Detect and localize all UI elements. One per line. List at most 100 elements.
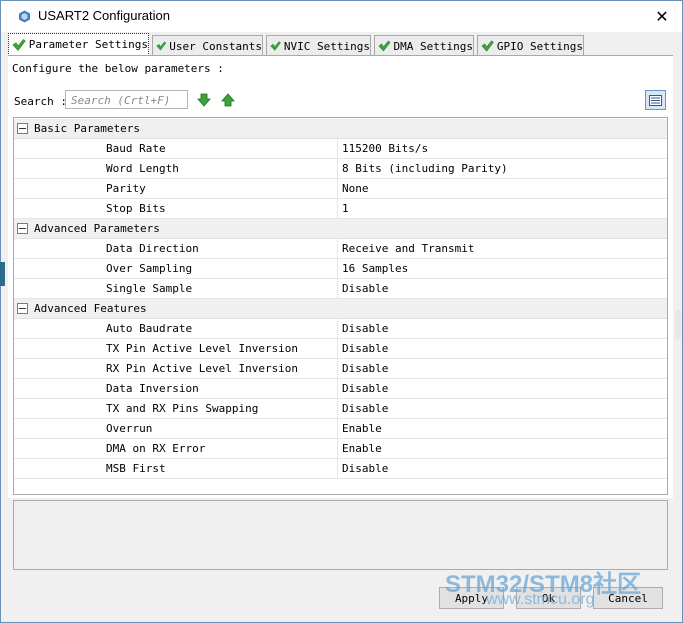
green-check-icon: [481, 40, 494, 52]
parameter-value[interactable]: Disable: [342, 382, 388, 395]
group-header[interactable]: Advanced Parameters: [14, 219, 667, 239]
parameter-row[interactable]: Auto Baudrate Disable: [14, 319, 667, 339]
parameter-value[interactable]: Disable: [342, 322, 388, 335]
tab-gpio-settings[interactable]: GPIO Settings: [477, 35, 584, 56]
group-header[interactable]: Advanced Features: [14, 299, 667, 319]
tab-label: GPIO Settings: [496, 39, 583, 53]
tab-label: Parameter Settings: [28, 38, 148, 51]
column-separator: [337, 339, 338, 359]
parameter-name: Data Direction: [106, 242, 199, 255]
search-input[interactable]: Search (Crtl+F): [65, 90, 188, 109]
collapse-icon[interactable]: [17, 223, 28, 234]
parameter-row[interactable]: Data Direction Receive and Transmit: [14, 239, 667, 259]
close-icon: ✕: [655, 7, 669, 26]
tab-label: NVIC Settings: [283, 39, 370, 53]
collapse-icon[interactable]: [17, 303, 28, 314]
parameter-row[interactable]: Word Length 8 Bits (including Parity): [14, 159, 667, 179]
parameter-value[interactable]: None: [342, 182, 369, 195]
parameter-value[interactable]: Disable: [342, 402, 388, 415]
background-window-glimpse: [675, 310, 681, 340]
parameter-row[interactable]: MSB First Disable: [14, 459, 667, 479]
parameter-row[interactable]: Overrun Enable: [14, 419, 667, 439]
parameter-name: Stop Bits: [106, 202, 166, 215]
column-separator: [337, 259, 338, 279]
parameter-name: Data Inversion: [106, 382, 199, 395]
title-bar[interactable]: USART2 Configuration ✕: [1, 1, 682, 32]
parameter-value[interactable]: Disable: [342, 362, 388, 375]
parameter-row[interactable]: DMA on RX Error Enable: [14, 439, 667, 459]
green-check-icon: [156, 41, 167, 51]
group-header[interactable]: Basic Parameters: [14, 119, 667, 139]
parameter-name: TX Pin Active Level Inversion: [106, 342, 299, 355]
column-separator: [337, 399, 338, 419]
list-view-button[interactable]: [645, 90, 666, 110]
green-arrow-down-icon[interactable]: [197, 93, 211, 107]
group-label: Basic Parameters: [34, 122, 140, 135]
green-check-icon: [378, 40, 391, 52]
group-label: Advanced Features: [34, 302, 147, 315]
parameter-name: MSB First: [106, 462, 166, 475]
parameter-value[interactable]: Receive and Transmit: [342, 242, 474, 255]
parameter-value[interactable]: Disable: [342, 342, 388, 355]
group-label: Advanced Parameters: [34, 222, 160, 235]
parameter-value[interactable]: 115200 Bits/s: [342, 142, 428, 155]
tab-parameter-settings[interactable]: Parameter Settings: [8, 33, 149, 56]
panel-description: Configure the below parameters :: [12, 62, 224, 75]
green-arrow-up-icon[interactable]: [221, 93, 235, 107]
parameter-row[interactable]: Parity None: [14, 179, 667, 199]
parameter-name: Baud Rate: [106, 142, 166, 155]
column-separator: [337, 359, 338, 379]
parameter-name: Over Sampling: [106, 262, 193, 275]
parameter-name: Auto Baudrate: [106, 322, 193, 335]
parameter-row[interactable]: Over Sampling 16 Samples: [14, 259, 667, 279]
tab-user-constants[interactable]: User Constants: [152, 35, 263, 56]
column-separator: [337, 239, 338, 259]
tab-nvic-settings[interactable]: NVIC Settings: [266, 35, 371, 56]
parameter-row[interactable]: Single Sample Disable: [14, 279, 667, 299]
column-separator: [337, 419, 338, 439]
column-separator: [337, 459, 338, 479]
parameter-value[interactable]: 8 Bits (including Parity): [342, 162, 508, 175]
tab-label: DMA Settings: [393, 39, 473, 53]
parameter-name: DMA on RX Error: [106, 442, 206, 455]
column-separator: [337, 279, 338, 299]
parameter-row[interactable]: TX and RX Pins Swapping Disable: [14, 399, 667, 419]
column-separator: [337, 179, 338, 199]
window-title: USART2 Configuration: [38, 8, 170, 23]
column-separator: [337, 439, 338, 459]
list-view-icon: [649, 94, 662, 106]
parameter-name: TX and RX Pins Swapping: [106, 402, 259, 415]
parameter-name: Single Sample: [106, 282, 193, 295]
parameter-row[interactable]: RX Pin Active Level Inversion Disable: [14, 359, 667, 379]
parameter-value[interactable]: 1: [342, 202, 349, 215]
green-check-icon: [270, 41, 281, 51]
tab-dma-settings[interactable]: DMA Settings: [374, 35, 474, 56]
search-label: Search :: [14, 95, 67, 108]
parameter-row[interactable]: TX Pin Active Level Inversion Disable: [14, 339, 667, 359]
parameter-name: Overrun: [106, 422, 153, 435]
parameter-name: Word Length: [106, 162, 179, 175]
parameter-value[interactable]: Disable: [342, 282, 388, 295]
column-separator: [337, 379, 338, 399]
parameter-row[interactable]: Baud Rate 115200 Bits/s: [14, 139, 667, 159]
collapse-icon[interactable]: [17, 123, 28, 134]
tab-label: User Constants: [169, 39, 262, 53]
column-separator: [337, 199, 338, 219]
parameter-name: RX Pin Active Level Inversion: [106, 362, 299, 375]
watermark-url: www.stmcu.org: [486, 591, 595, 608]
close-button[interactable]: ✕: [642, 1, 682, 32]
parameter-value[interactable]: Enable: [342, 422, 382, 435]
column-separator: [337, 139, 338, 159]
parameter-value[interactable]: Enable: [342, 442, 382, 455]
parameter-row[interactable]: Data Inversion Disable: [14, 379, 667, 399]
parameter-value[interactable]: 16 Samples: [342, 262, 408, 275]
column-separator: [337, 159, 338, 179]
background-window-glimpse: [0, 262, 5, 286]
parameter-value[interactable]: Disable: [342, 462, 388, 475]
app-icon: [19, 10, 30, 23]
parameter-description-box: [13, 500, 668, 570]
parameter-grid: Basic Parameters Baud Rate 115200 Bits/s Wo…: [13, 117, 668, 495]
parameter-name: Parity: [106, 182, 146, 195]
green-check-icon: [12, 38, 26, 51]
parameter-row[interactable]: Stop Bits 1: [14, 199, 667, 219]
